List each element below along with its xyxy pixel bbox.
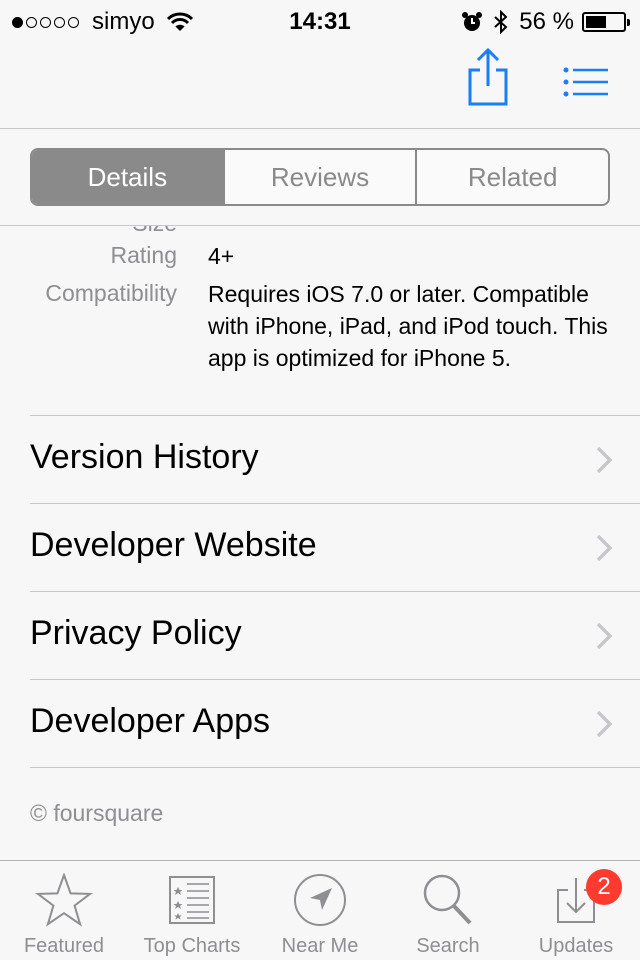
compatibility-value: Requires iOS 7.0 or later. Compatible wi… (208, 281, 608, 371)
tab-details[interactable]: Details (32, 150, 223, 204)
status-left: simyo (12, 8, 193, 36)
battery-icon (582, 12, 630, 32)
developer-website-row[interactable]: Developer Website (0, 504, 640, 592)
chevron-right-icon (596, 534, 612, 562)
tab-search[interactable]: Search (384, 861, 512, 960)
share-button[interactable] (462, 46, 514, 106)
tab-featured[interactable]: Featured (0, 861, 128, 960)
chevron-right-icon (596, 710, 612, 738)
version-history-label: Version History (30, 438, 259, 476)
rating-value: 4+ (208, 243, 235, 269)
search-icon (423, 874, 472, 925)
alarm-icon (462, 12, 483, 31)
copyright-text: © foursquare (30, 800, 164, 826)
tab-search-label: Search (416, 935, 480, 957)
star-icon (35, 873, 93, 927)
signal-strength-icon (12, 16, 82, 28)
privacy-policy-label: Privacy Policy (30, 614, 242, 652)
tab-near-me-label: Near Me (281, 935, 359, 957)
separator (30, 767, 640, 768)
status-bar: simyo 14:31 56 % (0, 0, 640, 40)
battery-percent: 56 % (519, 8, 574, 35)
location-arrow-icon (294, 874, 346, 926)
top-charts-icon (169, 876, 215, 924)
developer-apps-row[interactable]: Developer Apps (0, 680, 640, 768)
privacy-policy-row[interactable]: Privacy Policy (0, 592, 640, 680)
chevron-right-icon (596, 446, 612, 474)
nav-bar (0, 40, 640, 128)
tab-updates-label: Updates (538, 935, 614, 957)
segmented-control: Details Reviews Related (30, 148, 610, 206)
size-label: Size (132, 226, 177, 237)
tab-reviews[interactable]: Reviews (222, 150, 416, 204)
rating-label: Rating (110, 242, 177, 268)
tab-near-me[interactable]: Near Me (256, 861, 384, 960)
tab-bar: Featured Top Charts Near Me Search 2 Upd… (0, 860, 640, 960)
compatibility-label: Compatibility (45, 280, 177, 306)
bluetooth-icon (494, 10, 508, 34)
chevron-right-icon (596, 622, 612, 650)
status-right: 56 % (461, 8, 630, 36)
tab-top-charts-label: Top Charts (143, 935, 241, 957)
carrier-name: simyo (92, 8, 155, 35)
list-button[interactable] (560, 66, 612, 98)
developer-apps-label: Developer Apps (30, 702, 271, 740)
tab-updates[interactable]: 2 Updates (512, 861, 640, 960)
tab-related[interactable]: Related (415, 150, 608, 204)
version-history-row[interactable]: Version History (0, 416, 640, 504)
updates-badge: 2 (586, 869, 622, 905)
tab-top-charts[interactable]: Top Charts (128, 861, 256, 960)
tab-featured-label: Featured (23, 935, 105, 957)
wifi-icon (166, 12, 193, 31)
info-section: Size Rating 4+ Compatibility Requires iO… (0, 226, 640, 416)
nav-divider (0, 128, 640, 129)
developer-website-label: Developer Website (30, 526, 317, 564)
share-icon (468, 47, 508, 106)
list-icon (563, 67, 608, 97)
